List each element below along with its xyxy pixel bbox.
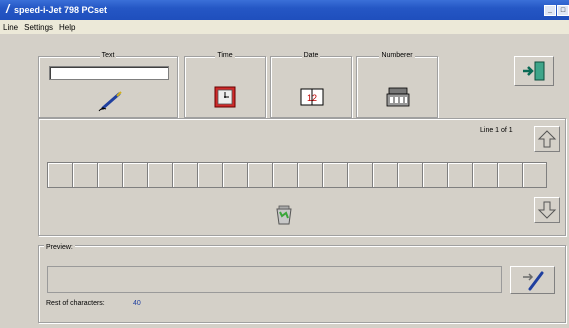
character-cell[interactable] <box>97 162 122 188</box>
rest-of-characters-label: Rest of characters: <box>46 300 105 307</box>
pen-icon <box>98 91 122 112</box>
text-group-label: Text <box>99 52 117 59</box>
character-cell[interactable] <box>447 162 472 188</box>
rest-of-characters-value: 40 <box>133 300 141 307</box>
character-cell[interactable] <box>122 162 147 188</box>
window-controls: _ □ <box>543 5 569 16</box>
trash-bin-icon <box>276 205 292 225</box>
character-cell[interactable] <box>247 162 272 188</box>
insert-numberer-button[interactable] <box>385 85 411 109</box>
date-group: Date 12 <box>270 52 352 118</box>
character-cell[interactable] <box>172 162 197 188</box>
title-bar[interactable]: / speed-i-Jet 798 PCset _ □ <box>0 0 569 20</box>
text-group: Text <box>38 52 178 118</box>
character-cell[interactable] <box>522 162 547 188</box>
character-cell[interactable] <box>397 162 422 188</box>
insert-text-button[interactable] <box>95 87 125 113</box>
text-input[interactable] <box>49 66 169 80</box>
preview-label: Preview: <box>44 244 75 251</box>
character-cell[interactable] <box>47 162 72 188</box>
maximize-button[interactable]: □ <box>557 5 569 16</box>
exit-door-icon <box>523 61 545 81</box>
send-button[interactable] <box>510 266 555 294</box>
arrow-down-icon <box>537 201 557 219</box>
clear-line-button[interactable] <box>274 204 294 228</box>
character-cell[interactable] <box>472 162 497 188</box>
character-cell[interactable] <box>372 162 397 188</box>
character-cell[interactable] <box>147 162 172 188</box>
exit-button[interactable] <box>514 56 554 86</box>
numberer-group-label: Numberer <box>379 52 415 59</box>
character-cell[interactable] <box>347 162 372 188</box>
app-icon: / <box>6 2 10 16</box>
character-cells <box>47 162 547 188</box>
time-group: Time <box>184 52 266 118</box>
menu-help[interactable]: Help <box>56 20 78 34</box>
time-group-label: Time <box>215 52 235 59</box>
insert-time-button[interactable] <box>213 85 237 109</box>
character-cell[interactable] <box>197 162 222 188</box>
calendar-icon-text: 12 <box>307 93 317 103</box>
line-down-button[interactable] <box>534 197 560 223</box>
calendar-icon: 12 <box>300 88 324 106</box>
preview-field <box>47 266 502 293</box>
character-cell[interactable] <box>497 162 522 188</box>
menu-line[interactable]: Line <box>0 20 21 34</box>
clock-icon <box>214 86 236 108</box>
character-cell[interactable] <box>297 162 322 188</box>
character-cell[interactable] <box>322 162 347 188</box>
menu-settings[interactable]: Settings <box>21 20 56 34</box>
insert-date-button[interactable]: 12 <box>299 85 325 109</box>
menu-bar: Line Settings Help <box>0 20 569 34</box>
send-pen-icon <box>522 271 543 291</box>
numberer-group: Numberer <box>356 52 438 118</box>
arrow-up-icon <box>537 130 557 148</box>
character-cell[interactable] <box>422 162 447 188</box>
date-group-label: Date <box>301 52 321 59</box>
character-cell[interactable] <box>72 162 97 188</box>
line-up-button[interactable] <box>534 126 560 152</box>
line-indicator: Line 1 of 1 <box>480 127 513 134</box>
minimize-button[interactable]: _ <box>544 5 556 16</box>
numberer-icon <box>386 87 410 107</box>
character-cell[interactable] <box>272 162 297 188</box>
window-title: speed-i-Jet 798 PCset <box>14 5 108 15</box>
character-cell[interactable] <box>222 162 247 188</box>
